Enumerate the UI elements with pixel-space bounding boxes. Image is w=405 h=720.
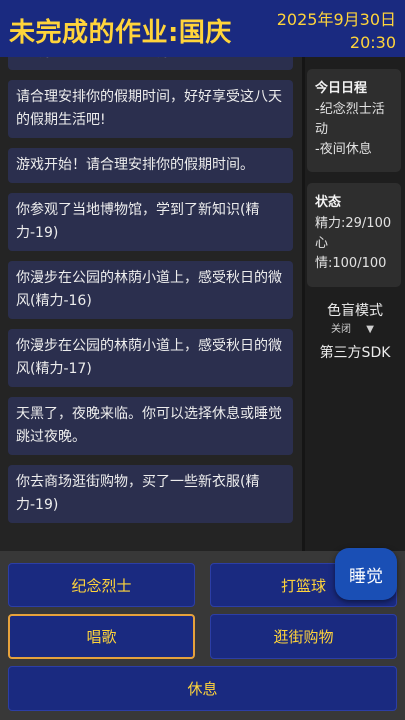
schedule-item: -纪念烈士活动 [315, 102, 385, 137]
energy-value: 精力:29/100 [315, 216, 392, 231]
schedule-title: 今日日程 [315, 81, 368, 96]
side-panel: 今日日程 -纪念烈士活动 -夜间休息 状态 精力:29/100 心 情:100/… [305, 57, 405, 551]
header-bar: 未完成的作业:国庆 2025年9月30日 20:30 [0, 0, 405, 57]
game-date: 2025年9月30日 [276, 10, 396, 29]
event-log[interactable]: 从9月30日18:30到10月9日8:30。 请合理安排你的假期时间，好好享受这… [0, 57, 302, 551]
sleep-button[interactable]: 睡觉 [335, 548, 397, 600]
third-party-sdk-link[interactable]: 第三方SDK [305, 342, 405, 362]
log-message: 游戏开始！请合理安排你的假期时间。 [8, 148, 293, 183]
colorblind-mode-label: 色盲模式 [327, 303, 383, 319]
event-log-list: 从9月30日18:30到10月9日8:30。 请合理安排你的假期时间，好好享受这… [8, 57, 293, 533]
mood-value: 情:100/100 [315, 256, 387, 271]
status-title: 状态 [315, 195, 342, 210]
game-time: 20:30 [349, 33, 396, 52]
log-message: 你漫步在公园的林荫小道上，感受秋日的微风(精力-16) [8, 261, 293, 319]
status-card: 状态 精力:29/100 心 情:100/100 [307, 183, 401, 287]
sing-button[interactable]: 唱歌 [8, 614, 195, 659]
colorblind-mode-value: 关闭 [331, 324, 351, 335]
log-message: 天黑了，夜晚来临。你可以选择休息或睡觉跳过夜晚。 [8, 397, 293, 455]
shopping-button[interactable]: 逛街购物 [210, 614, 397, 659]
memorial-button[interactable]: 纪念烈士 [8, 563, 195, 607]
log-message: 你漫步在公园的林荫小道上，感受秋日的微风(精力-17) [8, 329, 293, 387]
schedule-card: 今日日程 -纪念烈士活动 -夜间休息 [307, 69, 401, 172]
page-title: 未完成的作业:国庆 [9, 18, 232, 48]
log-message: 你参观了当地博物馆，学到了新知识(精力-19) [8, 193, 293, 251]
chevron-down-icon: ▼ [366, 324, 374, 335]
log-message: 你去商场逛街购物，买了一些新衣服(精力-19) [8, 465, 293, 523]
log-message: 从9月30日18:30到10月9日8:30。 [8, 57, 293, 70]
schedule-item: -夜间休息 [315, 142, 372, 157]
log-message: 请合理安排你的假期时间，好好享受这八天的假期生活吧! [8, 80, 293, 138]
rest-button[interactable]: 休息 [8, 666, 397, 711]
colorblind-mode-select[interactable]: 关闭 ▼ [331, 320, 374, 335]
mood-label: 心 [315, 236, 329, 251]
